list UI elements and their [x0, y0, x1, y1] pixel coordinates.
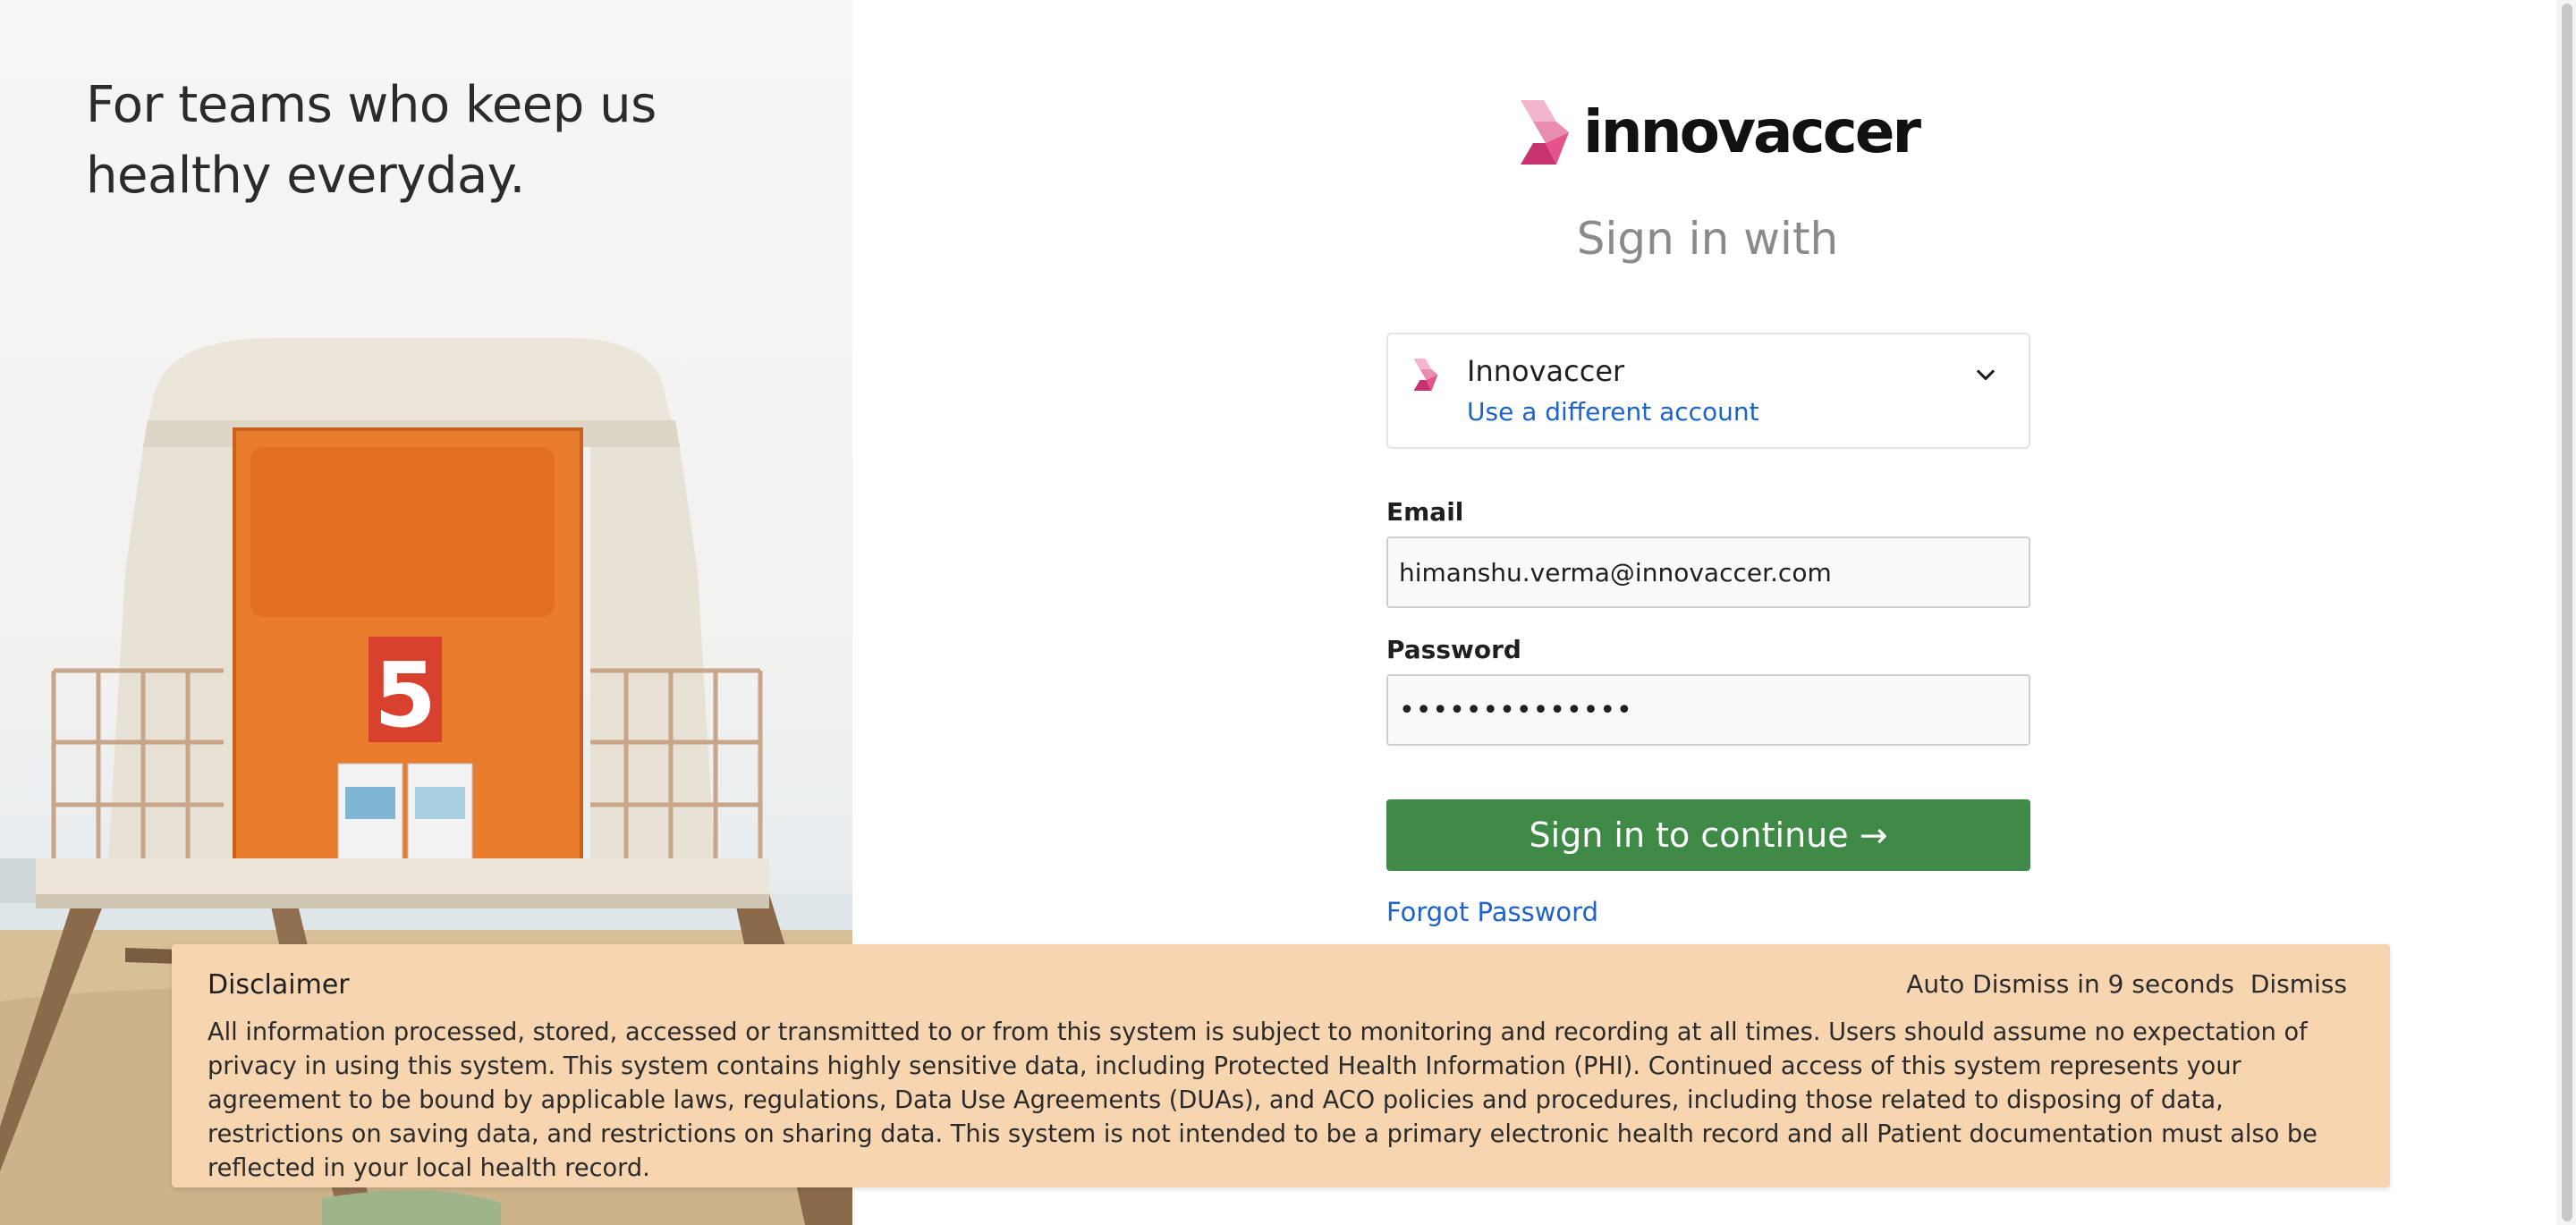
- dismiss-button[interactable]: Dismiss: [2250, 969, 2347, 999]
- email-field[interactable]: [1386, 536, 2030, 608]
- account-selector[interactable]: Innovaccer Use a different account: [1386, 333, 2030, 449]
- password-field[interactable]: [1386, 674, 2030, 746]
- auto-dismiss-countdown: Auto Dismiss in 9 seconds: [1906, 969, 2234, 999]
- chevron-down-icon[interactable]: [1973, 363, 1998, 388]
- disclaimer-actions: Auto Dismiss in 9 seconds Dismiss: [1906, 969, 2347, 999]
- use-different-account-link[interactable]: Use a different account: [1467, 397, 1759, 427]
- hero-tagline: For teams who keep us healthy everyday.: [86, 76, 657, 205]
- password-label: Password: [1386, 635, 1521, 664]
- tower-number: 5: [374, 643, 436, 748]
- page-scrollbar[interactable]: [2556, 0, 2576, 1225]
- scrollbar-thumb[interactable]: [2562, 4, 2572, 1221]
- forgot-password-link[interactable]: Forgot Password: [1386, 897, 1598, 927]
- disclaimer-title: Disclaimer: [208, 969, 350, 1001]
- disclaimer-text: All information processed, stored, acces…: [208, 1018, 2318, 1182]
- innovaccer-account-icon: [1413, 359, 1438, 391]
- brand-name: innovaccer: [1583, 97, 1921, 166]
- innovaccer-logo: innovaccer: [1517, 97, 1921, 168]
- innovaccer-logo-icon: [1521, 100, 1569, 165]
- sign-in-button[interactable]: Sign in to continue →: [1386, 799, 2030, 871]
- disclaimer-banner: Disclaimer Auto Dismiss in 9 seconds Dis…: [172, 944, 2390, 1187]
- email-label: Email: [1386, 497, 1464, 527]
- account-name: Innovaccer: [1467, 354, 1625, 388]
- signin-heading: Sign in with: [1576, 213, 1839, 265]
